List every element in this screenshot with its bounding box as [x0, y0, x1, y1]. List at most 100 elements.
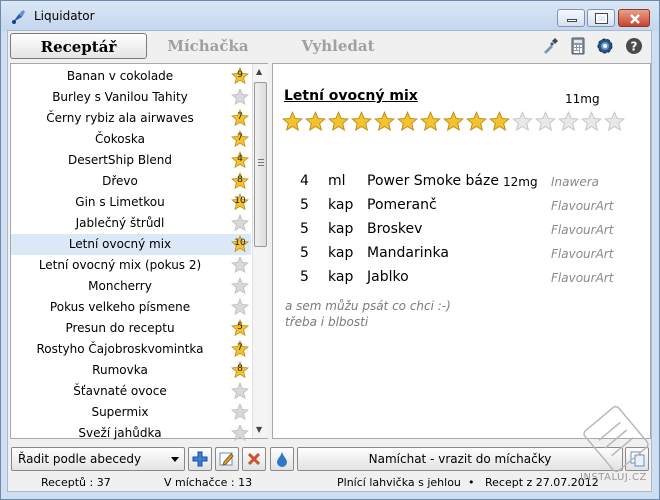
dropper-icon[interactable]: [541, 37, 559, 55]
rating-star-icon[interactable]: [282, 110, 303, 135]
maximize-button[interactable]: [587, 9, 615, 27]
ingredient-brand: FlavourArt: [551, 271, 614, 285]
list-item[interactable]: Sveží jahůdka: [11, 423, 251, 444]
recipe-name: Dřevo: [102, 174, 138, 188]
list-scrollbar[interactable]: ▲ ▼: [252, 64, 268, 438]
list-item[interactable]: Moncherry: [11, 276, 251, 297]
recipe-name: Šťavnaté ovoce: [73, 384, 167, 398]
rating-star-icon[interactable]: [466, 110, 487, 135]
rating-star-icon[interactable]: [305, 110, 326, 135]
list-item[interactable]: Dřevo 8: [11, 171, 251, 192]
recipe-name: Letní ovocný mix (pokus 2): [38, 258, 202, 272]
list-item[interactable]: Presun do receptu 5: [11, 318, 251, 339]
rating-star-icon: [231, 297, 249, 316]
minimize-icon: [567, 19, 577, 22]
list-item[interactable]: Letní ovocný mix 10: [11, 234, 251, 255]
ingredient-unit: kap: [328, 269, 354, 285]
rating-number: 8: [237, 364, 243, 374]
list-item[interactable]: DesertShip Blend 4: [11, 150, 251, 171]
status-bar: Receptů : 37 V míchačce : 13 Plnící lahv…: [7, 474, 652, 492]
close-icon: [630, 14, 640, 24]
list-item[interactable]: Letní ovocný mix (pokus 2): [11, 255, 251, 276]
ingredient-row[interactable]: 5 kap Jablko FlavourArt: [273, 269, 652, 293]
status-bottle: Plnící lahvička s jehlou: [337, 476, 461, 489]
list-item[interactable]: Banan v cokolade 9: [11, 66, 251, 87]
star-shape-icon: [231, 423, 249, 442]
list-item[interactable]: Gin s Limetkou 10: [11, 192, 251, 213]
rating-star-icon: 7: [231, 129, 249, 148]
recipe-list[interactable]: Banan v cokolade 9 Burley s Vanilou Tahity…: [10, 63, 268, 442]
scroll-down-arrow-icon[interactable]: ▼: [256, 425, 262, 434]
recipe-note[interactable]: a sem můžu psát co chci :-) třeba i blbo…: [285, 298, 451, 330]
ingredient-brand: FlavourArt: [551, 199, 614, 213]
rating-number: 10: [234, 196, 246, 206]
calculator-icon[interactable]: [569, 37, 587, 55]
scroll-up-arrow-icon[interactable]: ▲: [256, 67, 262, 76]
edit-recipe-button[interactable]: [215, 447, 239, 471]
rating-star-icon[interactable]: [374, 110, 395, 135]
rating-star-icon[interactable]: [535, 110, 556, 135]
star-shape-icon: [231, 87, 249, 106]
list-item[interactable]: Burley s Vanilou Tahity: [11, 87, 251, 108]
tab-michacka[interactable]: Míchačka: [153, 33, 263, 59]
app-logo-icon: [12, 10, 25, 24]
chevron-down-icon: [171, 457, 179, 462]
list-item[interactable]: Supermix: [11, 402, 251, 423]
list-item[interactable]: Černy rybiz ala airwaves 7: [11, 108, 251, 129]
rating-star-icon[interactable]: [489, 110, 510, 135]
ingredient-row[interactable]: 5 kap Broskev FlavourArt: [273, 221, 652, 245]
rating-star-icon[interactable]: [581, 110, 602, 135]
recipe-name: Jablečný štrůdl: [75, 216, 165, 230]
recipe-name: Gin s Limetkou: [75, 195, 165, 209]
ingredient-row[interactable]: 5 kap Pomeranč FlavourArt: [273, 197, 652, 221]
rating-number: 9: [237, 70, 243, 80]
rating-number: 10: [234, 238, 246, 248]
recipe-name: Letní ovocný mix: [68, 237, 172, 251]
rating-star-icon[interactable]: [512, 110, 533, 135]
ingredient-qty: 5: [300, 197, 309, 213]
minimize-button[interactable]: [557, 9, 585, 27]
rating-star-icon: 8: [231, 171, 249, 190]
list-item[interactable]: Rumovka 8: [11, 360, 251, 381]
rating-star-icon[interactable]: [328, 110, 349, 135]
tab-vyhledat[interactable]: Vyhledat: [278, 33, 398, 59]
recipe-name: Moncherry: [88, 279, 152, 293]
ingredient-row[interactable]: 4 ml Power Smoke báze 12mg Inawera: [273, 173, 652, 197]
list-item[interactable]: Čokoska 7: [11, 129, 251, 150]
add-recipe-button[interactable]: [188, 447, 212, 471]
recipe-detail: Letní ovocný mix 11mg 4 ml Power Smoke báz…: [272, 63, 651, 439]
status-mixer-count: V míchačce : 13: [164, 476, 253, 489]
list-item[interactable]: Jablečný štrůdl: [11, 213, 251, 234]
scroll-thumb[interactable]: [254, 82, 267, 247]
list-item[interactable]: Pokus velkeho písmene: [11, 297, 251, 318]
delete-recipe-button[interactable]: [242, 447, 266, 471]
star-shape-icon: [231, 402, 249, 421]
sort-select[interactable]: Řadit podle abecedy: [11, 447, 185, 471]
star-shape-icon: [231, 255, 249, 274]
ingredient-row[interactable]: 5 kap Mandarinka FlavourArt: [273, 245, 652, 269]
help-icon[interactable]: ?: [625, 37, 643, 55]
list-item[interactable]: Šťavnaté ovoce: [11, 381, 251, 402]
close-button[interactable]: [618, 9, 650, 27]
tab-receptar[interactable]: Receptář: [10, 33, 147, 59]
bottom-toolbar: Řadit podle abecedy Namíchat - vrazit do…: [8, 445, 651, 473]
rating-star-icon[interactable]: [443, 110, 464, 135]
star-shape-icon: [231, 213, 249, 232]
ingredient-name: Broskev: [367, 221, 423, 237]
tab-bar: Receptář Míchačka Vyhledat ?: [8, 31, 651, 61]
delete-icon: [247, 452, 261, 466]
rating-star-icon[interactable]: [420, 110, 441, 135]
ingredient-qty: 4: [300, 173, 309, 189]
rating-star-icon[interactable]: [558, 110, 579, 135]
recipe-name: Rumovka: [92, 363, 148, 377]
gear-icon[interactable]: [596, 37, 614, 55]
plus-icon: [192, 451, 208, 467]
status-recipe-count: Receptů : 37: [41, 476, 111, 489]
title-bar[interactable]: Liquidator: [1, 1, 659, 31]
rating-star-icon[interactable]: [351, 110, 372, 135]
list-item[interactable]: Rostyho Čajobroskvomintka 7: [11, 339, 251, 360]
rating-star-icon[interactable]: [604, 110, 625, 135]
drop-button[interactable]: [270, 447, 294, 471]
ingredient-qty: 5: [300, 221, 309, 237]
rating-star-icon[interactable]: [397, 110, 418, 135]
